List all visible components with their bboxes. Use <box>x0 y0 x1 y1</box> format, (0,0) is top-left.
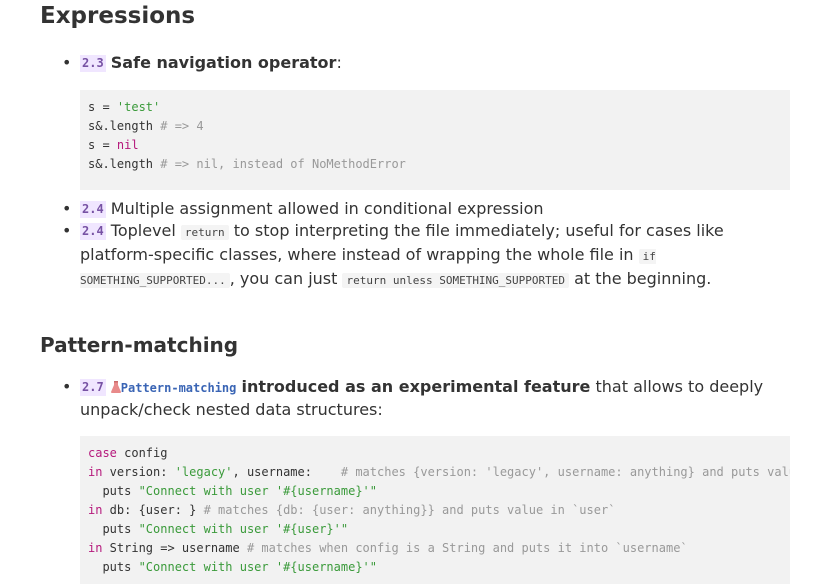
item-text: Multiple assignment allowed in condition… <box>110 199 544 218</box>
code-token: s = <box>88 100 117 114</box>
bullet: • <box>62 199 72 218</box>
section-title-pattern-matching: Pattern-matching <box>40 333 239 357</box>
code-block-safe-navigation: s = 'test' s&.length # => 4s = nil s&.leng… <box>80 90 790 190</box>
code-token: in <box>88 541 103 555</box>
bullet: • <box>62 221 72 240</box>
list-item-pattern-matching: • 2.7 Pattern-matching introduced as an … <box>62 376 790 421</box>
code-token: String => username <box>102 541 247 555</box>
code-token: # => 4 <box>160 119 204 133</box>
code-token: "Connect with user '#{user}'" <box>138 522 349 536</box>
code-line: puts "Connect with user '#{user}'" <box>80 520 790 539</box>
code-token: s&.length <box>88 157 161 171</box>
code-token: , username: <box>232 465 341 479</box>
flask-icon <box>110 381 121 393</box>
bullet: • <box>62 53 72 72</box>
code-line: s&.length # => 4 <box>80 117 790 136</box>
code-token: # => nil, instead of NoMethodError <box>160 157 406 171</box>
list-item-toplevel-return: • 2.4 Toplevel return to stop interpreti… <box>62 220 790 292</box>
code-token: in <box>88 465 103 479</box>
section-title-expressions: Expressions <box>40 3 196 29</box>
code-token: "Connect with user '#{username}'" <box>138 560 377 574</box>
code-token: nil <box>116 138 139 152</box>
code-token: "Connect with user '#{username}'" <box>138 484 377 498</box>
code-line: s = nil <box>80 136 790 155</box>
item-text-2: to stop interpreting the file immediatel… <box>80 221 724 264</box>
code-line: in db: {user: } # matches {db: {user: an… <box>80 501 790 520</box>
item-text-1: Toplevel <box>110 221 176 240</box>
code-lines: s = 'test' s&.length # => 4s = nil s&.leng… <box>80 98 790 174</box>
code-token: puts <box>88 484 139 498</box>
version-badge: 2.4 <box>80 201 106 218</box>
code-lines: case config in version: 'legacy', usernam… <box>80 444 790 577</box>
code-token: s&.length <box>88 119 161 133</box>
version-badge: 2.7 <box>80 379 106 396</box>
item-title: Safe navigation operator <box>110 53 337 72</box>
code-token: puts <box>88 560 139 574</box>
code-line: in version: 'legacy', username: # matche… <box>80 463 790 482</box>
list-item-multiple-assignment: • 2.4 Multiple assignment allowed in con… <box>62 198 790 220</box>
code-line: puts "Connect with user '#{username}'" <box>80 482 790 501</box>
pattern-matching-link[interactable]: Pattern-matching <box>121 381 237 395</box>
item-colon: : <box>336 53 342 72</box>
code-token: version: <box>102 465 175 479</box>
item-bold-text: introduced as an experimental feature <box>241 377 591 396</box>
code-token: 'test' <box>116 100 161 114</box>
code-token: # matches {db: {user: anything}} and put… <box>203 503 616 517</box>
item-text-3: , you can just <box>229 269 338 288</box>
code-token: s = <box>88 138 117 152</box>
code-line: puts "Connect with user '#{username}'" <box>80 558 790 577</box>
list-item-safe-navigation: • 2.3 Safe navigation operator: <box>62 52 790 74</box>
code-block-pattern-matching: case config in version: 'legacy', usernam… <box>80 436 790 584</box>
code-line: in String => username # matches when con… <box>80 539 790 558</box>
bullet: • <box>62 377 72 396</box>
inline-code-return: return <box>180 225 229 240</box>
code-token: case <box>88 446 117 460</box>
code-token: 'legacy' <box>174 465 233 479</box>
code-token: config <box>116 446 168 460</box>
code-line: case config <box>80 444 790 463</box>
inline-code-return-unless: return unless SOMETHING_SUPPORTED <box>342 273 570 288</box>
code-token: db: {user: } <box>102 503 204 517</box>
version-badge: 2.3 <box>80 55 106 72</box>
code-line: s&.length # => nil, instead of NoMethodE… <box>80 155 790 174</box>
code-token: puts <box>88 522 139 536</box>
code-token: in <box>88 503 103 517</box>
version-badge: 2.4 <box>80 223 106 240</box>
item-text-4: at the beginning. <box>574 269 712 288</box>
code-line: s = 'test' <box>80 98 790 117</box>
code-token: # matches when config is a String and pu… <box>246 541 688 555</box>
code-token: # matches {version: 'legacy', username: … <box>340 465 790 479</box>
